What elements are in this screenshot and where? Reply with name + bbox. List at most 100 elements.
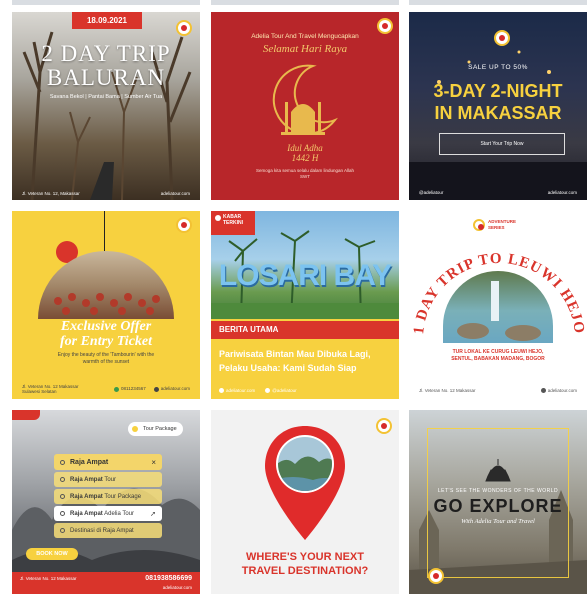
suggestion-item[interactable]: Raja Ampat Tour [54,472,162,487]
desc-line-1: Enjoy the beauty of the 'Tambourin' with… [57,352,155,358]
previous-row-strip [12,0,200,5]
question-line-2: TRAVEL DESTINATION? [241,565,369,577]
section-label: BERITA UTAMA [211,321,399,339]
footer-phone: 081938586699 [145,575,192,582]
footer-bar: Jl. Veteran No. 12 Makassar 081938586699… [12,572,200,594]
search-icon [60,511,65,516]
footer-twitter: @adeliatour [265,388,297,393]
explore-subtitle: With Adelia Tour and Travel [461,518,535,525]
news-badge: KABAR TERKINI [211,211,255,235]
explore-title: GO EXPLORE [433,496,563,516]
corner-accent [12,410,40,420]
brand-logo-icon [176,217,192,233]
search-icon [60,477,65,482]
explore-kicker: LET'S SEE THE WONDERS OF THE WORLD [437,488,559,494]
tile-footer: @adeliatour adeliatour.com [419,190,577,195]
search-box[interactable]: Raja Ampat × [54,454,162,470]
tour-package-tag: Tour Package [128,422,183,436]
tile-footer: adeliatour.com @adeliatour [219,388,297,393]
footer-address: Jl. Veteran No. 12 Makassar Sulawesi Sel… [22,384,79,394]
suggestion-item[interactable]: Raja Ampat Adelia Tour ➚ [54,506,162,521]
whatsapp-icon [114,386,120,392]
start-trip-button[interactable]: Start Your Trip Now [439,133,565,155]
trip-title: 3-DAY 2-NIGHT IN MAKASSAR [409,80,587,124]
tile-footer: Jl. Veteran No. 12 Makassar Sulawesi Sel… [22,384,190,394]
destination-question: WHERE'S YOUR NEXT TRAVEL DESTINATION? [211,550,399,578]
losari-sign: LOSARI BAY [218,259,392,292]
search-suggestions: Raja Ampat Tour Raja Ampat Tour Package … [54,472,162,538]
previous-row-strip [409,0,587,5]
footer-phone: 0811234567 [114,386,146,392]
clear-search-icon[interactable]: × [151,458,156,467]
footer-website: adeliatour.com [160,191,190,196]
news-headline: Pariwisata Bintan Mau Dibuka Lagi, Pelak… [219,347,395,375]
brand-logo-icon [494,30,510,46]
stupa-icon [485,459,511,482]
footer-address: Jl. Veteran No. 12 Makassar [419,387,476,393]
title-line-2: BALURAN [46,65,166,90]
footer-website: adeliatour.com [540,388,577,393]
post-tile-next-destination[interactable]: WHERE'S YOUR NEXT TRAVEL DESTINATION? [211,410,399,594]
crescent-mosque-icon [272,64,338,135]
greeting-header: Adelia Tour And Travel Mengucapkan [251,33,359,40]
search-icon [60,528,65,533]
title-line-1: 2 DAY TRIP [41,41,171,66]
globe-icon [219,388,224,393]
map-pin-icon [265,426,345,540]
tile-footer: Jl. Veteran No. 12 Makassar adeliatour.c… [419,388,577,393]
occasion-title: Idul Adha 1442 H [211,143,399,163]
post-tile-makassar[interactable]: SALE UP TO 50% 3-DAY 2-NIGHT IN MAKASSAR… [409,12,587,200]
trip-caption: TUR LOKAL KE CURUG LEUWI HEJO, SENTUL, B… [451,349,545,362]
trip-title: 2 DAY TRIP BALURAN [12,42,200,90]
headline-line-1: Pariwisata Bintan Mau Dibuka Lagi, [219,349,371,359]
post-tile-go-explore[interactable]: LET'S SEE THE WONDERS OF THE WORLD GO EX… [409,410,587,594]
book-now-button[interactable]: BOOK NOW [26,548,78,560]
search-input[interactable]: Raja Ampat [70,459,151,466]
news-badge-icon [215,215,221,221]
title-line-2: for Entry Ticket [59,334,153,349]
post-tile-idul-adha[interactable]: Adelia Tour And Travel Mengucapkan Selam… [211,12,399,200]
brand-logo-icon [132,426,138,432]
brand-logo-icon [176,20,192,36]
occasion-line-2: 1442 H [291,153,319,163]
twitter-icon [265,388,271,393]
dance-photo [38,251,174,319]
suggestion-item[interactable]: Destinasi di Raja Ampat [54,523,162,538]
news-badge-text: KABAR TERKINI [223,214,243,226]
sale-text: SALE UP TO 50% [468,64,528,71]
brand-logo-icon [428,568,444,584]
headline-line-2: Pelaku Usaha: Kami Sudah Siap [219,363,357,373]
question-line-1: WHERE'S YOUR NEXT [246,551,364,563]
title-line-2: IN MAKASSAR [434,103,562,123]
footer-website: adeliatour.com [219,388,255,393]
post-tile-raja-ampat[interactable]: Tour Package Raja Ampat × Raja Ampat Tou… [12,410,200,594]
globe-icon [153,386,159,392]
footer-website: adeliatour.com [162,585,192,590]
brand-logo-icon [377,18,393,34]
post-tile-leuwi-hejo[interactable]: ADVENTURE SERIES 1 DAY TRIP TO LEUWI HEJ… [409,211,587,399]
post-tile-news[interactable]: KABAR TERKINI LOSARI BAY BERITA UTAMA Pa… [211,211,399,399]
greeting-wishes: Semoga kita semua selalu dalam lindungan… [255,168,355,179]
footer-website: adeliatour.com [153,386,190,392]
greeting-text: Selamat Hari Raya [262,43,348,55]
brand-logo-icon [376,418,392,434]
tile-footer: Jl. Veteran No. 12, Makassar adeliatour.… [22,191,190,196]
search-icon [60,494,65,499]
occasion-line-1: Idul Adha [287,143,323,153]
globe-icon [540,388,546,393]
trip-subtitle: Savana Bekol | Pantai Bama | Sumber Air … [49,94,163,100]
post-tile-exclusive-offer[interactable]: Exclusive Offer for Entry Ticket Enjoy t… [12,211,200,399]
previous-row-strip [211,0,399,5]
footer-instagram: @adeliatour [419,190,444,195]
offer-description: Enjoy the beauty of the 'Tambourin' with… [12,352,200,366]
search-icon [60,459,65,465]
post-tile-baluran[interactable]: 18.09.2021 2 DAY TRIP BALURAN Savana Bek… [12,12,200,200]
tour-package-tag-label: Tour Package [143,426,177,432]
cursor-pointer-icon: ➚ [150,510,156,518]
title-line-1: Exclusive Offer [60,319,152,334]
title-line-1: 3-DAY 2-NIGHT [433,81,563,101]
offer-title: Exclusive Offer for Entry Ticket [12,319,200,349]
date-badge: 18.09.2021 [72,12,142,29]
suggestion-item[interactable]: Raja Ampat Tour Package [54,489,162,504]
footer-address: Jl. Veteran No. 12 Makassar [20,576,77,581]
